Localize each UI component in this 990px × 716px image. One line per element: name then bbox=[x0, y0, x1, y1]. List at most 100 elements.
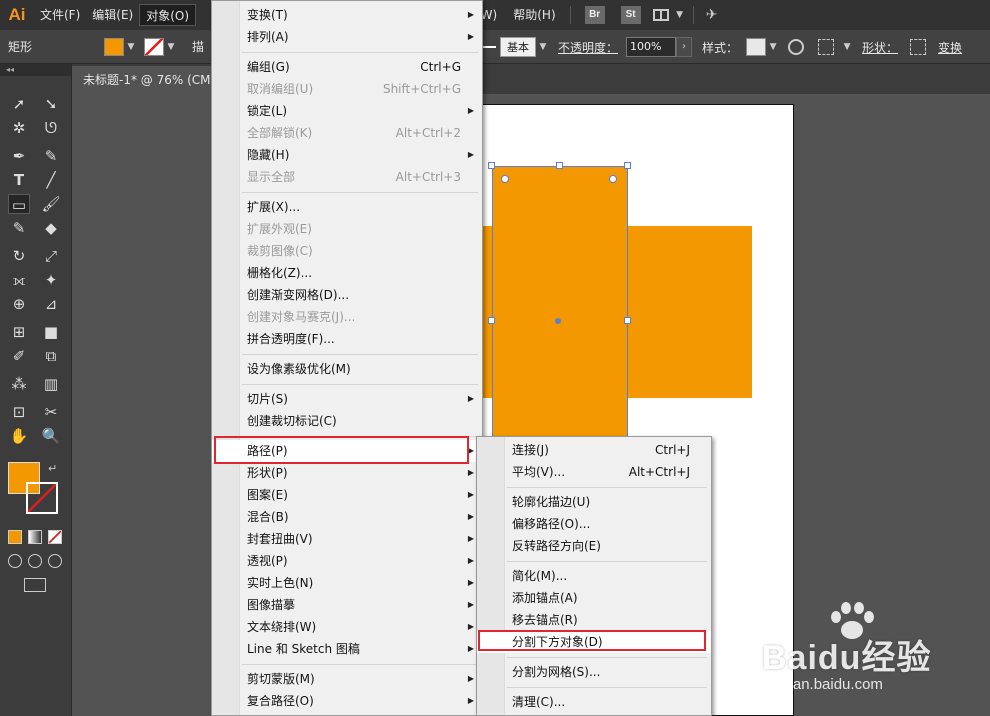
transform-label[interactable]: 变换 bbox=[930, 39, 970, 56]
chevron-down-icon[interactable]: ▼ bbox=[766, 38, 780, 56]
menu-item-expand[interactable]: 扩展(X)... bbox=[212, 196, 482, 218]
swap-fill-stroke-icon[interactable]: ↵ bbox=[48, 462, 57, 475]
draw-behind-icon[interactable] bbox=[28, 554, 42, 568]
menu-item-slice[interactable]: 切片(S) ▶ bbox=[212, 388, 482, 410]
menu-item-rasterize[interactable]: 栅格化(Z)... bbox=[212, 262, 482, 284]
mesh-tool-icon[interactable]: ⊞ bbox=[8, 322, 30, 342]
selection-tool-icon[interactable]: ➚ bbox=[8, 94, 30, 114]
shape-bounds-icon[interactable] bbox=[910, 39, 927, 55]
opacity-arrow-button[interactable]: › bbox=[676, 37, 693, 57]
rotate-tool-icon[interactable]: ↻ bbox=[8, 246, 30, 266]
menu-item-shape[interactable]: 形状(P) ▶ bbox=[212, 462, 482, 484]
menu-item-group[interactable]: 编组(G) Ctrl+G bbox=[212, 56, 482, 78]
shape-builder-tool-icon[interactable]: ⊕ bbox=[8, 294, 30, 314]
menu-item-trim-marks[interactable]: 创建裁切标记(C) bbox=[212, 410, 482, 432]
menu-item-divide-objects-below[interactable]: 分割下方对象(D) bbox=[477, 631, 711, 653]
selection-handle[interactable] bbox=[556, 162, 563, 169]
vertical-orange-rectangle-selected[interactable] bbox=[492, 166, 628, 446]
gpu-rocket-icon[interactable]: ✈ bbox=[700, 6, 724, 24]
menu-item-perspective[interactable]: 透视(P) ▶ bbox=[212, 550, 482, 572]
menu-item-blend[interactable]: 混合(B) ▶ bbox=[212, 506, 482, 528]
menu-item-hide[interactable]: 隐藏(H) ▶ bbox=[212, 144, 482, 166]
menu-file[interactable]: 文件(F) bbox=[34, 4, 86, 26]
menu-item-live-paint[interactable]: 实时上色(N) ▶ bbox=[212, 572, 482, 594]
menu-item-crop-image[interactable]: 裁剪图像(C) bbox=[212, 240, 482, 262]
menu-item-unlock-all[interactable]: 全部解锁(K) Alt+Ctrl+2 bbox=[212, 122, 482, 144]
selection-handle[interactable] bbox=[488, 162, 495, 169]
chevron-down-icon[interactable]: ▼ bbox=[164, 38, 178, 56]
menu-item-pixel-perfect[interactable]: 设为像素级优化(M) bbox=[212, 358, 482, 380]
color-mode-icon[interactable] bbox=[8, 530, 22, 544]
fill-swatch[interactable] bbox=[104, 37, 124, 56]
menu-item-flatten-transparency[interactable]: 拼合透明度(F)... bbox=[212, 328, 482, 350]
menu-edit[interactable]: 编辑(E) bbox=[86, 4, 139, 26]
menu-help[interactable]: 帮助(H) bbox=[505, 4, 563, 26]
corner-radius-widget[interactable] bbox=[501, 175, 509, 183]
lasso-tool-icon[interactable]: ᘎ bbox=[40, 118, 62, 138]
workspace-layout-icon[interactable] bbox=[652, 9, 669, 21]
curvature-tool-icon[interactable]: ✎ bbox=[40, 146, 62, 166]
draw-inside-icon[interactable] bbox=[48, 554, 62, 568]
menu-item-show-all[interactable]: 显示全部 Alt+Ctrl+3 bbox=[212, 166, 482, 188]
menu-item-pattern[interactable]: 图案(E) ▶ bbox=[212, 484, 482, 506]
menu-item-clean-up[interactable]: 清理(C)... bbox=[477, 691, 711, 713]
menu-item-simplify[interactable]: 简化(M)... bbox=[477, 565, 711, 587]
align-icon[interactable] bbox=[818, 39, 835, 55]
eraser-tool-icon[interactable]: ◆ bbox=[40, 218, 62, 238]
gradient-tool-icon[interactable]: ■ bbox=[40, 322, 62, 342]
magic-wand-tool-icon[interactable]: ✲ bbox=[8, 118, 30, 138]
width-tool-icon[interactable]: ⟗ bbox=[8, 270, 30, 290]
screen-mode-icon[interactable] bbox=[24, 578, 46, 592]
menu-item-envelope-distort[interactable]: 封套扭曲(V) ▶ bbox=[212, 528, 482, 550]
menu-object[interactable]: 对象(O) bbox=[139, 4, 197, 26]
symbol-sprayer-tool-icon[interactable]: ⁂ bbox=[8, 374, 30, 394]
document-tab[interactable]: 未标题-1* @ 76% (CM bbox=[72, 66, 222, 94]
chevron-down-icon[interactable]: ▼ bbox=[673, 6, 687, 24]
none-mode-icon[interactable] bbox=[48, 530, 62, 544]
menu-item-add-anchor[interactable]: 添加锚点(A) bbox=[477, 587, 711, 609]
panel-collapse-icon[interactable]: ◂◂ bbox=[0, 64, 71, 76]
gradient-mode-icon[interactable] bbox=[28, 530, 42, 544]
menu-item-ungroup[interactable]: 取消编组(U) Shift+Ctrl+G bbox=[212, 78, 482, 100]
eyedropper-tool-icon[interactable]: ✐ bbox=[8, 346, 30, 366]
menu-item-gradient-mesh[interactable]: 创建渐变网格(D)... bbox=[212, 284, 482, 306]
direct-selection-tool-icon[interactable]: ➘ bbox=[40, 94, 62, 114]
menu-item-transform[interactable]: 变换(T) ▶ bbox=[212, 4, 482, 26]
menu-item-path[interactable]: 路径(P) ▶ bbox=[212, 440, 482, 462]
recolor-icon[interactable] bbox=[788, 39, 805, 55]
menu-item-remove-anchor[interactable]: 移去锚点(R) bbox=[477, 609, 711, 631]
menu-item-compound-path[interactable]: 复合路径(O) ▶ bbox=[212, 690, 482, 712]
shape-label[interactable]: 形状： bbox=[854, 39, 906, 56]
puppet-warp-tool-icon[interactable]: ✦ bbox=[40, 270, 62, 290]
menu-item-image-trace[interactable]: 图像描摹 ▶ bbox=[212, 594, 482, 616]
column-graph-tool-icon[interactable]: ▥ bbox=[40, 374, 62, 394]
stroke-color-box[interactable] bbox=[26, 482, 58, 514]
menu-item-clipping-mask[interactable]: 剪切蒙版(M) ▶ bbox=[212, 668, 482, 690]
menu-item-outline-stroke[interactable]: 轮廓化描边(U) bbox=[477, 491, 711, 513]
shaper-tool-icon[interactable]: ✎ bbox=[8, 218, 30, 238]
brush-style-select[interactable]: 基本 bbox=[500, 37, 536, 57]
zoom-tool-icon[interactable]: 🔍 bbox=[40, 426, 62, 446]
line-tool-icon[interactable]: ╱ bbox=[40, 170, 62, 190]
chevron-down-icon[interactable]: ▼ bbox=[124, 38, 138, 56]
menu-item-offset-path[interactable]: 偏移路径(O)... bbox=[477, 513, 711, 535]
artboard-tool-icon[interactable]: ⊡ bbox=[8, 402, 30, 422]
menu-item-reverse-path[interactable]: 反转路径方向(E) bbox=[477, 535, 711, 557]
stroke-swatch[interactable] bbox=[144, 37, 164, 56]
menu-item-lock[interactable]: 锁定(L) ▶ bbox=[212, 100, 482, 122]
pen-tool-icon[interactable]: ✒ bbox=[8, 146, 30, 166]
chevron-down-icon[interactable]: ▼ bbox=[536, 38, 550, 56]
menu-item-text-wrap[interactable]: 文本绕排(W) ▶ bbox=[212, 616, 482, 638]
hand-tool-icon[interactable]: ✋ bbox=[8, 426, 30, 446]
menu-item-line-sketch[interactable]: Line 和 Sketch 图稿 ▶ bbox=[212, 638, 482, 660]
draw-normal-icon[interactable] bbox=[8, 554, 22, 568]
selection-handle[interactable] bbox=[488, 317, 495, 324]
menu-item-join[interactable]: 连接(J) Ctrl+J bbox=[477, 439, 711, 461]
perspective-grid-tool-icon[interactable]: ⊿ bbox=[40, 294, 62, 314]
opacity-input[interactable]: 100% bbox=[626, 37, 677, 57]
type-tool-icon[interactable]: T bbox=[8, 170, 30, 190]
menu-item-expand-appearance[interactable]: 扩展外观(E) bbox=[212, 218, 482, 240]
graphic-style-swatch[interactable] bbox=[746, 38, 767, 56]
selection-handle[interactable] bbox=[624, 317, 631, 324]
menu-item-arrange[interactable]: 排列(A) ▶ bbox=[212, 26, 482, 48]
